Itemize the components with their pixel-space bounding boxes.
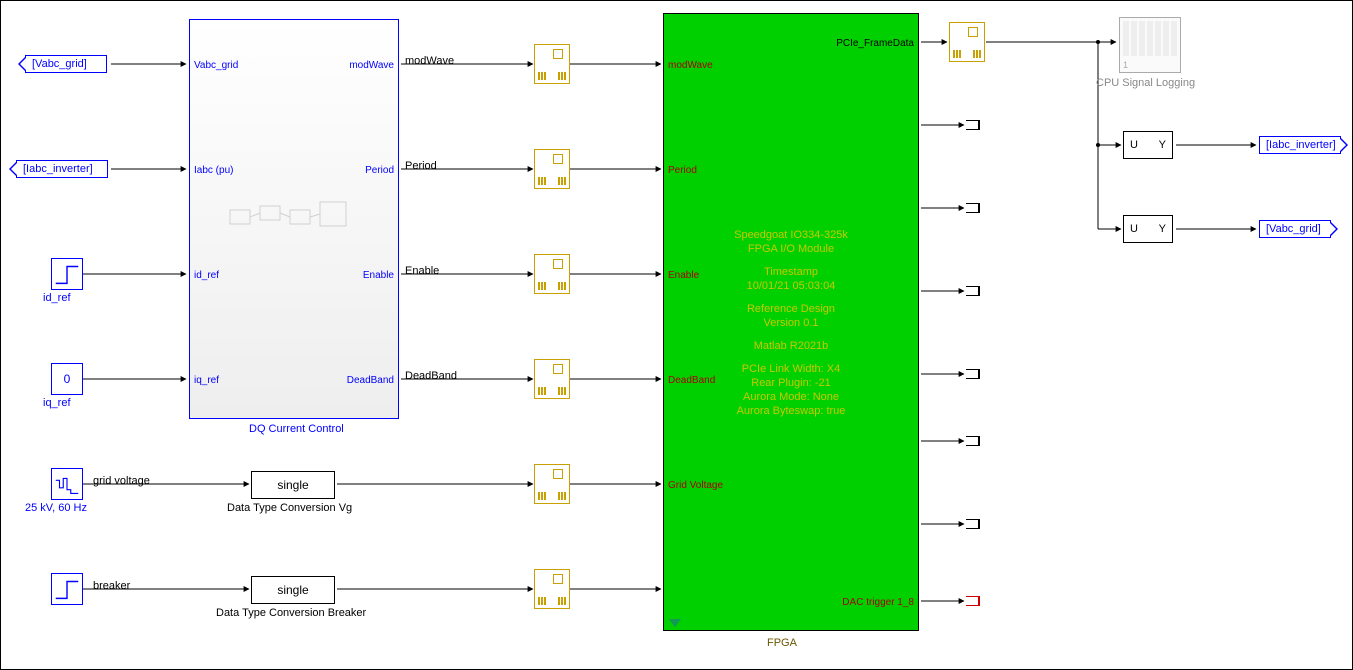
const-value: 0 [64, 372, 71, 386]
iq-ref-label: iq_ref [43, 397, 71, 409]
id-ref-label: id_ref [43, 292, 71, 304]
cpu-logging-label: CPU Signal Logging [1096, 77, 1195, 89]
terminator-4[interactable] [966, 369, 980, 379]
terminator-dac[interactable] [966, 596, 980, 606]
fpga-out-pcie: PCIe_FrameData [836, 38, 914, 49]
simulink-canvas[interactable]: [Vabc_grid] [Iabc_inverter] id_ref 0 iq_… [0, 0, 1353, 670]
dtc-breaker-label: Data Type Conversion Breaker [216, 607, 366, 619]
tag-label: [Vabc_grid] [32, 58, 87, 70]
u-label: U [1130, 139, 1138, 151]
fpga-l11: Aurora Byteswap: true [664, 405, 918, 417]
dq-port-idref: id_ref [194, 270, 219, 281]
grid-voltage-signal-label: grid voltage [93, 475, 150, 487]
fpga-title: FPGA [767, 637, 797, 649]
from-iabc-inverter[interactable]: [Iabc_inverter] [16, 160, 108, 178]
tag-label: [Iabc_inverter] [1266, 139, 1336, 151]
action-arrow-icon [669, 619, 681, 627]
dq-port-period: Period [365, 165, 394, 176]
fpga-l7: Matlab R2021b [664, 340, 918, 352]
rt-gridvoltage[interactable] [534, 464, 570, 504]
rt-breaker[interactable] [534, 569, 570, 609]
terminator-3[interactable] [966, 286, 980, 296]
sig-enable: Enable [405, 265, 439, 277]
dtc-vg-label: Data Type Conversion Vg [227, 502, 352, 514]
sig-deadband: DeadBand [405, 370, 457, 382]
fpga-l4: 10/01/21 05:03:04 [664, 280, 918, 292]
fpga-in-period: Period [668, 165, 697, 176]
rt-modwave[interactable] [534, 44, 570, 84]
dtc-vg-text: single [277, 478, 308, 492]
terminator-2[interactable] [966, 203, 980, 213]
breaker-signal-label: breaker [93, 580, 130, 592]
dq-port-iabc: Iabc (pu) [194, 165, 233, 176]
fpga-l10: Aurora Mode: None [664, 391, 918, 403]
dq-current-control-block[interactable]: Vabc_grid Iabc (pu) id_ref iq_ref modWav… [189, 19, 399, 419]
selector-1[interactable]: U Y [1123, 131, 1173, 159]
fpga-l6: Version 0.1 [664, 317, 918, 329]
terminator-5[interactable] [966, 436, 980, 446]
tag-label: [Vabc_grid] [1266, 223, 1321, 235]
const-iq-ref[interactable]: 0 [51, 363, 83, 395]
rt-period[interactable] [534, 149, 570, 189]
source-25kv-label: 25 kV, 60 Hz [25, 502, 87, 514]
dtc-vg-block[interactable]: single [251, 471, 335, 499]
scope-cpu-logging[interactable]: 1 [1119, 17, 1181, 73]
dq-internal-preview [220, 200, 370, 250]
fpga-l2: FPGA I/O Module [664, 243, 918, 255]
rt-enable[interactable] [534, 254, 570, 294]
terminator-1[interactable] [966, 120, 980, 130]
sig-modwave: modWave [405, 55, 454, 67]
dq-port-vabc: Vabc_grid [194, 60, 238, 71]
fpga-in-modwave: modWave [668, 60, 713, 71]
fpga-l1: Speedgoat IO334-325k [664, 229, 918, 241]
from-vabc-grid[interactable]: [Vabc_grid] [25, 55, 107, 73]
dq-port-iqref: iq_ref [194, 375, 219, 386]
source-25kv[interactable] [51, 468, 83, 500]
fpga-l8: PCIe Link Width: X4 [664, 363, 918, 375]
step-id-ref[interactable] [51, 258, 83, 290]
fpga-l3: Timestamp [664, 266, 918, 278]
fpga-block[interactable]: modWave Period Enable DeadBand Grid Volt… [663, 13, 919, 631]
step-breaker[interactable] [51, 573, 83, 605]
dq-port-deadband: DeadBand [347, 375, 394, 386]
fpga-l5: Reference Design [664, 303, 918, 315]
fpga-l9: Rear Plugin: -21 [664, 377, 918, 389]
dtc-breaker-text: single [277, 583, 308, 597]
dq-port-enable: Enable [363, 270, 394, 281]
goto-vabc-grid[interactable]: [Vabc_grid] [1259, 220, 1331, 238]
terminator-6[interactable] [966, 519, 980, 529]
rt-deadband[interactable] [534, 359, 570, 399]
sig-period: Period [405, 160, 437, 172]
fpga-in-gridvoltage: Grid Voltage [668, 480, 723, 491]
y-label: Y [1159, 139, 1166, 151]
u-label: U [1130, 223, 1138, 235]
tag-label: [Iabc_inverter] [23, 163, 93, 175]
dq-port-modwave: modWave [349, 60, 394, 71]
selector-2[interactable]: U Y [1123, 215, 1173, 243]
rt-pcie-out[interactable] [949, 22, 985, 62]
fpga-out-dac: DAC trigger 1_8 [842, 597, 914, 608]
dq-title: DQ Current Control [249, 423, 344, 435]
scope-num: 1 [1123, 60, 1128, 70]
dtc-breaker-block[interactable]: single [251, 576, 335, 604]
y-label: Y [1159, 223, 1166, 235]
goto-iabc-inverter[interactable]: [Iabc_inverter] [1259, 136, 1341, 154]
